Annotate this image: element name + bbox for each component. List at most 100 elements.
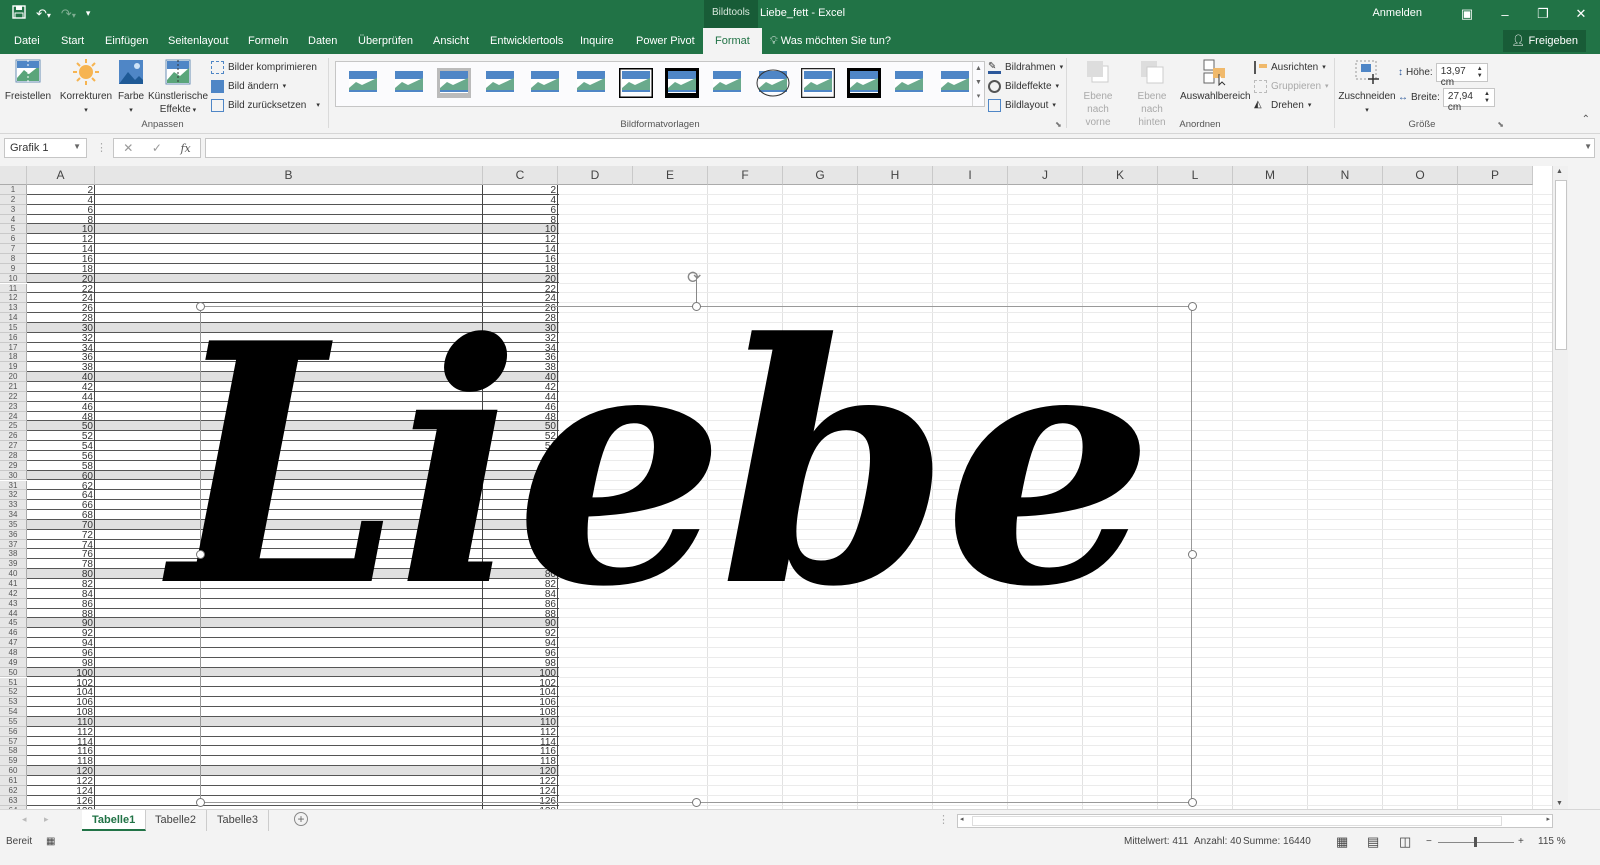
picture-style-4[interactable] [483,68,517,98]
cell-a[interactable]: 2 [27,186,93,196]
tab-daten[interactable]: Daten [306,28,339,54]
cell-c[interactable]: 114 [483,737,556,747]
cell-a[interactable]: 108 [27,708,93,718]
korrekturen-button[interactable]: Korrekturen ▾ [58,58,114,117]
cell-a[interactable]: 44 [27,392,93,402]
cell-a[interactable]: 118 [27,757,93,767]
row-header[interactable]: 60 [0,766,27,776]
cell-c[interactable]: 72 [483,530,556,540]
cell-c[interactable]: 4 [483,195,556,205]
cell-a[interactable]: 88 [27,609,93,619]
cell-c[interactable]: 60 [483,471,556,481]
cell-a[interactable]: 92 [27,629,93,639]
auswahlbereich-button[interactable]: Auswahlbereich [1180,58,1251,103]
row-header[interactable]: 9 [0,263,27,274]
cell-a[interactable]: 58 [27,461,93,471]
cell-a[interactable]: 28 [27,314,93,324]
cell-a[interactable]: 6 [27,205,93,215]
format-picture-launcher-icon[interactable]: ⬊ [1055,120,1062,129]
cell-a[interactable]: 78 [27,560,93,570]
cell-c[interactable]: 54 [483,442,556,452]
column-header-i[interactable]: I [933,166,1008,185]
sheet-tab-tabelle3[interactable]: Tabelle3 [207,810,269,831]
cell-c[interactable]: 26 [483,304,556,314]
sheet-tab-tabelle2[interactable]: Tabelle2 [145,810,207,831]
cell-c[interactable]: 118 [483,757,556,767]
name-box[interactable]: Grafik 1 ▼ [4,138,87,158]
name-box-dropdown-icon[interactable]: ▼ [73,142,81,151]
cell-a[interactable]: 74 [27,540,93,550]
row-header[interactable]: 31 [0,480,27,491]
vertical-scroll-thumb[interactable] [1555,180,1567,350]
cell-a[interactable]: 70 [27,520,93,530]
resize-handle-b[interactable] [692,798,701,807]
column-header-d[interactable]: D [558,166,633,185]
column-header-g[interactable]: G [783,166,858,185]
tab-split-grip[interactable]: ⋮ [938,813,949,826]
cell-a[interactable]: 12 [27,235,93,245]
cell-a[interactable]: 82 [27,580,93,590]
cell-a[interactable]: 32 [27,333,93,343]
gallery-more-icon[interactable]: ▾ [973,90,984,104]
restore-icon[interactable]: ❐ [1524,6,1562,22]
cell-c[interactable]: 66 [483,501,556,511]
row-header[interactable]: 21 [0,382,27,392]
row-header[interactable]: 35 [0,519,27,530]
tab-entwicklertools[interactable]: Entwicklertools [488,28,565,54]
rotate-handle-icon[interactable]: ⟳ [687,268,701,288]
picture-style-9[interactable] [710,68,744,98]
row-header[interactable]: 16 [0,332,27,343]
cell-a[interactable]: 124 [27,786,93,796]
cell-c[interactable]: 38 [483,363,556,373]
column-header-b[interactable]: B [95,166,483,185]
bildrahmen-button[interactable]: ✎ Bildrahmen ▾ [988,58,1063,76]
cell-a[interactable]: 50 [27,422,93,432]
ribbon-display-icon[interactable]: ▣ [1448,6,1486,22]
cell-a[interactable]: 112 [27,727,93,737]
bildlayout-button[interactable]: Bildlayout ▾ [988,96,1056,114]
row-header[interactable]: 5 [0,224,27,235]
gallery-scrollbar[interactable]: ▲ ▼ ▾ [972,62,984,106]
resize-handle-tl[interactable] [196,302,205,311]
page-break-view-icon[interactable]: ◫ [1399,834,1411,850]
row-header[interactable]: 11 [0,283,27,294]
row-header[interactable]: 4 [0,214,27,225]
cell-c[interactable]: 22 [483,284,556,294]
gallery-down-icon[interactable]: ▼ [973,76,984,90]
cell-c[interactable]: 10 [483,225,556,235]
cell-c[interactable]: 48 [483,412,556,422]
cell-c[interactable]: 106 [483,698,556,708]
close-icon[interactable]: ✕ [1562,6,1600,22]
cell-c[interactable]: 110 [483,717,556,727]
cell-a[interactable]: 46 [27,402,93,412]
row-header[interactable]: 54 [0,707,27,717]
bild-aendern-button[interactable]: Bild ändern ▾ [211,77,286,95]
cell-a[interactable]: 114 [27,737,93,747]
cell-c[interactable]: 12 [483,235,556,245]
cell-c[interactable]: 8 [483,215,556,225]
picture-style-12[interactable] [846,68,881,98]
row-header[interactable]: 51 [0,677,27,688]
row-header[interactable]: 46 [0,628,27,639]
cell-c[interactable]: 34 [483,343,556,353]
row-header[interactable]: 36 [0,529,27,540]
share-button[interactable]: 👤︎ Freigeben [1503,30,1586,52]
cell-c[interactable]: 6 [483,205,556,215]
cell-c[interactable]: 42 [483,383,556,393]
cell-c[interactable]: 108 [483,708,556,718]
cell-a[interactable]: 30 [27,323,93,333]
cell-a[interactable]: 76 [27,550,93,560]
cell-c[interactable]: 18 [483,264,556,274]
page-layout-view-icon[interactable]: ▤ [1367,834,1379,850]
cell-a[interactable]: 102 [27,678,93,688]
tab-datei[interactable]: Datei [12,28,42,54]
cell-a[interactable]: 36 [27,353,93,363]
resize-handle-t[interactable] [692,302,701,311]
picture-style-6[interactable] [574,68,608,98]
row-header[interactable]: 45 [0,618,27,629]
tab-format[interactable]: Format [703,28,762,54]
tab-formeln[interactable]: Formeln [246,28,290,54]
cell-c[interactable]: 44 [483,392,556,402]
cell-c[interactable]: 94 [483,639,556,649]
save-icon[interactable] [12,5,26,22]
